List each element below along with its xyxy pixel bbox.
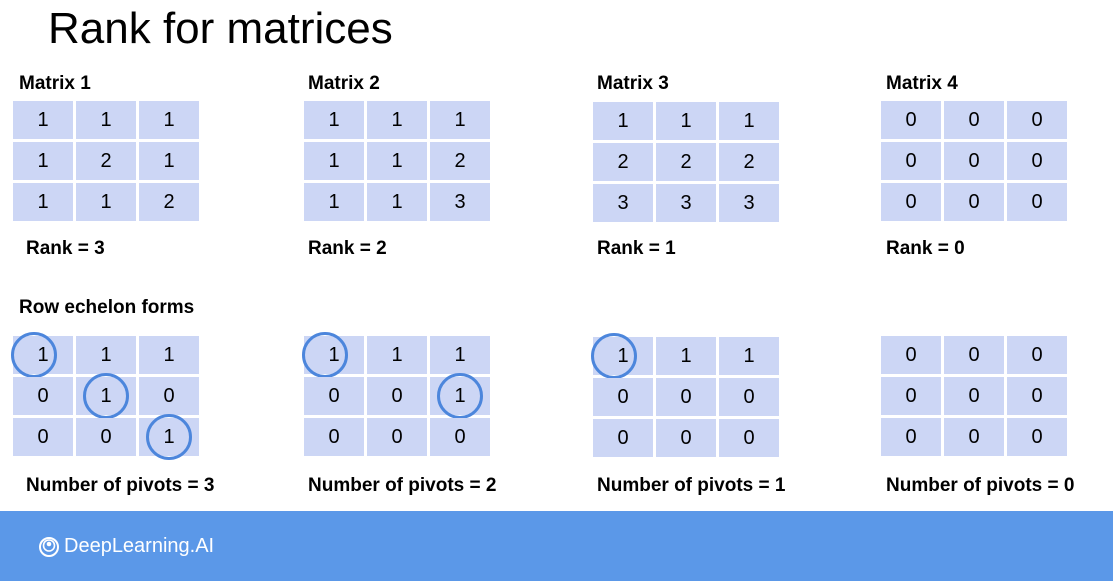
matrix-4-rank: Rank = 0 bbox=[886, 238, 965, 259]
echelon-3-pivots: Number of pivots = 1 bbox=[597, 475, 786, 496]
echelon-4-pivots: Number of pivots = 0 bbox=[886, 475, 1075, 496]
matrix-cell: 1 bbox=[139, 142, 199, 180]
matrix-cell: 0 bbox=[881, 418, 941, 456]
matrix-cell: 0 bbox=[881, 377, 941, 415]
matrix-cell: 0 bbox=[881, 183, 941, 221]
matrix-cell: 1 bbox=[367, 183, 427, 221]
matrix-cell: 1 bbox=[430, 101, 490, 139]
matrix-cell: 1 bbox=[139, 101, 199, 139]
matrix-cell: 0 bbox=[593, 419, 653, 457]
matrix-2-label: Matrix 2 bbox=[308, 73, 380, 94]
matrix-cell: 0 bbox=[881, 142, 941, 180]
pivot-cell: 1 bbox=[304, 336, 364, 374]
matrix-cell: 0 bbox=[13, 418, 73, 456]
matrix-cell: 0 bbox=[367, 377, 427, 415]
matrix-cell: 1 bbox=[367, 142, 427, 180]
matrix-cell: 0 bbox=[367, 418, 427, 456]
matrix-cell: 0 bbox=[656, 419, 716, 457]
matrix-cell: 0 bbox=[1007, 418, 1067, 456]
matrix-4-grid: 0 0 0 0 0 0 0 0 0 bbox=[881, 101, 1067, 221]
matrix-1-rank: Rank = 3 bbox=[26, 238, 105, 259]
row-echelon-heading: Row echelon forms bbox=[19, 297, 195, 318]
matrix-cell: 2 bbox=[719, 143, 779, 181]
matrix-cell: 0 bbox=[944, 418, 1004, 456]
matrix-cell: 2 bbox=[76, 142, 136, 180]
pivot-cell: 1 bbox=[593, 337, 653, 375]
matrix-2-rank: Rank = 2 bbox=[308, 238, 387, 259]
matrix-cell: 1 bbox=[304, 101, 364, 139]
deeplearning-logo: DeepLearning.AI bbox=[38, 535, 214, 558]
matrix-cell: 1 bbox=[76, 183, 136, 221]
matrix-cell: 0 bbox=[944, 101, 1004, 139]
matrix-cell: 0 bbox=[1007, 336, 1067, 374]
matrix-cell: 0 bbox=[656, 378, 716, 416]
matrix-cell: 0 bbox=[944, 336, 1004, 374]
matrix-cell: 0 bbox=[76, 418, 136, 456]
matrix-cell: 0 bbox=[881, 101, 941, 139]
matrix-cell: 0 bbox=[304, 377, 364, 415]
echelon-1-pivots: Number of pivots = 3 bbox=[26, 475, 215, 496]
matrix-cell: 0 bbox=[304, 418, 364, 456]
matrix-cell: 1 bbox=[367, 101, 427, 139]
echelon-1-grid: 1 1 1 0 1 0 0 0 1 bbox=[13, 336, 199, 456]
slide-title: Rank for matrices bbox=[48, 4, 393, 53]
matrix-cell: 1 bbox=[367, 336, 427, 374]
matrix-cell: 2 bbox=[593, 143, 653, 181]
matrix-cell: 1 bbox=[304, 183, 364, 221]
matrix-cell: 0 bbox=[1007, 377, 1067, 415]
matrix-cell: 1 bbox=[656, 102, 716, 140]
matrix-cell: 1 bbox=[76, 101, 136, 139]
matrix-3-grid: 1 1 1 2 2 2 3 3 3 bbox=[593, 102, 779, 222]
pivot-cell: 1 bbox=[430, 377, 490, 415]
matrix-cell: 0 bbox=[719, 378, 779, 416]
matrix-cell: 0 bbox=[430, 418, 490, 456]
matrix-cell: 1 bbox=[139, 336, 199, 374]
pivot-cell: 1 bbox=[76, 377, 136, 415]
matrix-3-label: Matrix 3 bbox=[597, 73, 669, 94]
matrix-cell: 0 bbox=[13, 377, 73, 415]
matrix-1-label: Matrix 1 bbox=[19, 73, 91, 94]
matrix-cell: 0 bbox=[944, 183, 1004, 221]
matrix-cell: 3 bbox=[593, 184, 653, 222]
logo-text: DeepLearning.AI bbox=[64, 535, 215, 557]
matrix-cell: 3 bbox=[719, 184, 779, 222]
matrix-cell: 1 bbox=[430, 336, 490, 374]
matrix-cell: 1 bbox=[719, 337, 779, 375]
echelon-2-grid: 1 1 1 0 0 1 0 0 0 bbox=[304, 336, 490, 456]
matrix-cell: 0 bbox=[944, 377, 1004, 415]
matrix-cell: 0 bbox=[719, 419, 779, 457]
matrix-1-grid: 1 1 1 1 2 1 1 1 2 bbox=[13, 101, 199, 221]
matrix-cell: 1 bbox=[13, 142, 73, 180]
echelon-3-grid: 1 1 1 0 0 0 0 0 0 bbox=[593, 337, 779, 457]
matrix-cell: 1 bbox=[13, 101, 73, 139]
matrix-cell: 1 bbox=[719, 102, 779, 140]
matrix-cell: 1 bbox=[304, 142, 364, 180]
matrix-cell: 0 bbox=[1007, 101, 1067, 139]
matrix-2-grid: 1 1 1 1 1 2 1 1 3 bbox=[304, 101, 490, 221]
matrix-cell: 1 bbox=[656, 337, 716, 375]
matrix-cell: 1 bbox=[593, 102, 653, 140]
matrix-cell: 3 bbox=[430, 183, 490, 221]
matrix-cell: 3 bbox=[656, 184, 716, 222]
matrix-cell: 0 bbox=[881, 336, 941, 374]
matrix-cell: 2 bbox=[430, 142, 490, 180]
matrix-4-label: Matrix 4 bbox=[886, 73, 958, 94]
matrix-cell: 2 bbox=[139, 183, 199, 221]
pivot-cell: 1 bbox=[139, 418, 199, 456]
matrix-cell: 0 bbox=[139, 377, 199, 415]
deeplearning-logo-icon bbox=[39, 536, 59, 557]
matrix-cell: 1 bbox=[13, 183, 73, 221]
matrix-cell: 1 bbox=[76, 336, 136, 374]
matrix-cell: 0 bbox=[944, 142, 1004, 180]
matrix-cell: 0 bbox=[1007, 183, 1067, 221]
matrix-3-rank: Rank = 1 bbox=[597, 238, 676, 259]
matrix-cell: 0 bbox=[593, 378, 653, 416]
echelon-4-grid: 0 0 0 0 0 0 0 0 0 bbox=[881, 336, 1067, 456]
echelon-2-pivots: Number of pivots = 2 bbox=[308, 475, 497, 496]
matrix-cell: 2 bbox=[656, 143, 716, 181]
matrix-cell: 0 bbox=[1007, 142, 1067, 180]
pivot-cell: 1 bbox=[13, 336, 73, 374]
